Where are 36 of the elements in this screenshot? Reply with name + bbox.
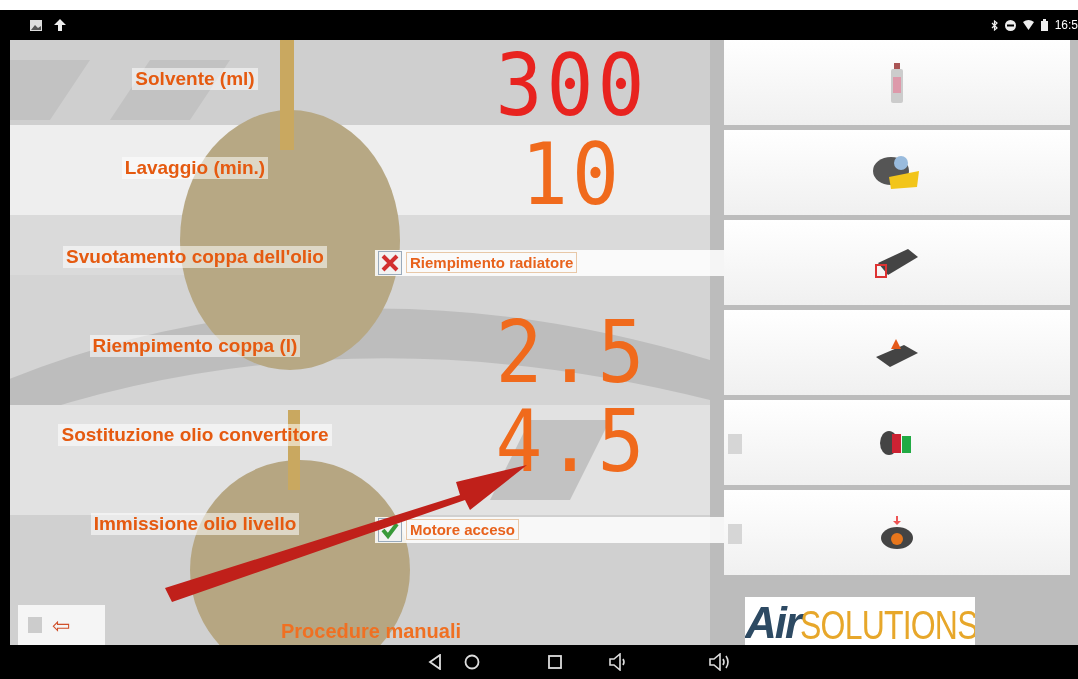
setting-label: Solvente (ml) [132,67,258,90]
battery-icon [1040,19,1048,31]
bottle-icon [890,62,904,103]
volume-up-icon[interactable] [708,653,732,671]
volume-down-icon[interactable] [608,653,628,671]
home-nav-icon[interactable] [464,654,480,670]
procedure-tile[interactable] [724,400,1070,485]
gearbox-icon [879,515,915,550]
procedure-tile[interactable] [724,220,1070,305]
procedure-tile[interactable] [724,130,1070,215]
cross-icon[interactable] [378,250,402,275]
digital-reading: 300 [495,41,649,128]
bluetooth-icon [990,19,998,31]
digital-reading: 4.5 [495,397,649,484]
option-label: Riempimento radiatore [406,252,578,273]
upload-icon [54,19,66,31]
option-label: Motore acceso [406,519,520,540]
procedure-tile[interactable] [724,490,1070,575]
setting-label: Riempimento coppa (l) [89,334,301,357]
do-not-disturb-icon [1004,19,1016,31]
procedure-tile[interactable] [724,40,1070,125]
setting-label: Lavaggio (min.) [121,156,269,179]
image-icon [30,19,42,31]
back-nav-icon[interactable] [428,654,442,670]
back-button[interactable]: ⇦ [18,605,105,645]
setting-label: Svuotamento coppa dell'olio [63,245,327,268]
wifi-icon [1022,20,1034,30]
screen-title: Procedure manuali [280,620,462,643]
digital-reading: 2.5 [495,308,649,395]
setting-label: Immissione olio livello [90,512,300,535]
setting-label: Sostituzione olio convertitore [58,423,332,446]
procedure-tile[interactable] [724,310,1070,395]
oil-pan-icon [874,246,920,279]
recents-nav-icon[interactable] [548,655,562,669]
digital-reading: 10 [521,130,623,217]
clock-time: 16:5 [1054,18,1078,32]
